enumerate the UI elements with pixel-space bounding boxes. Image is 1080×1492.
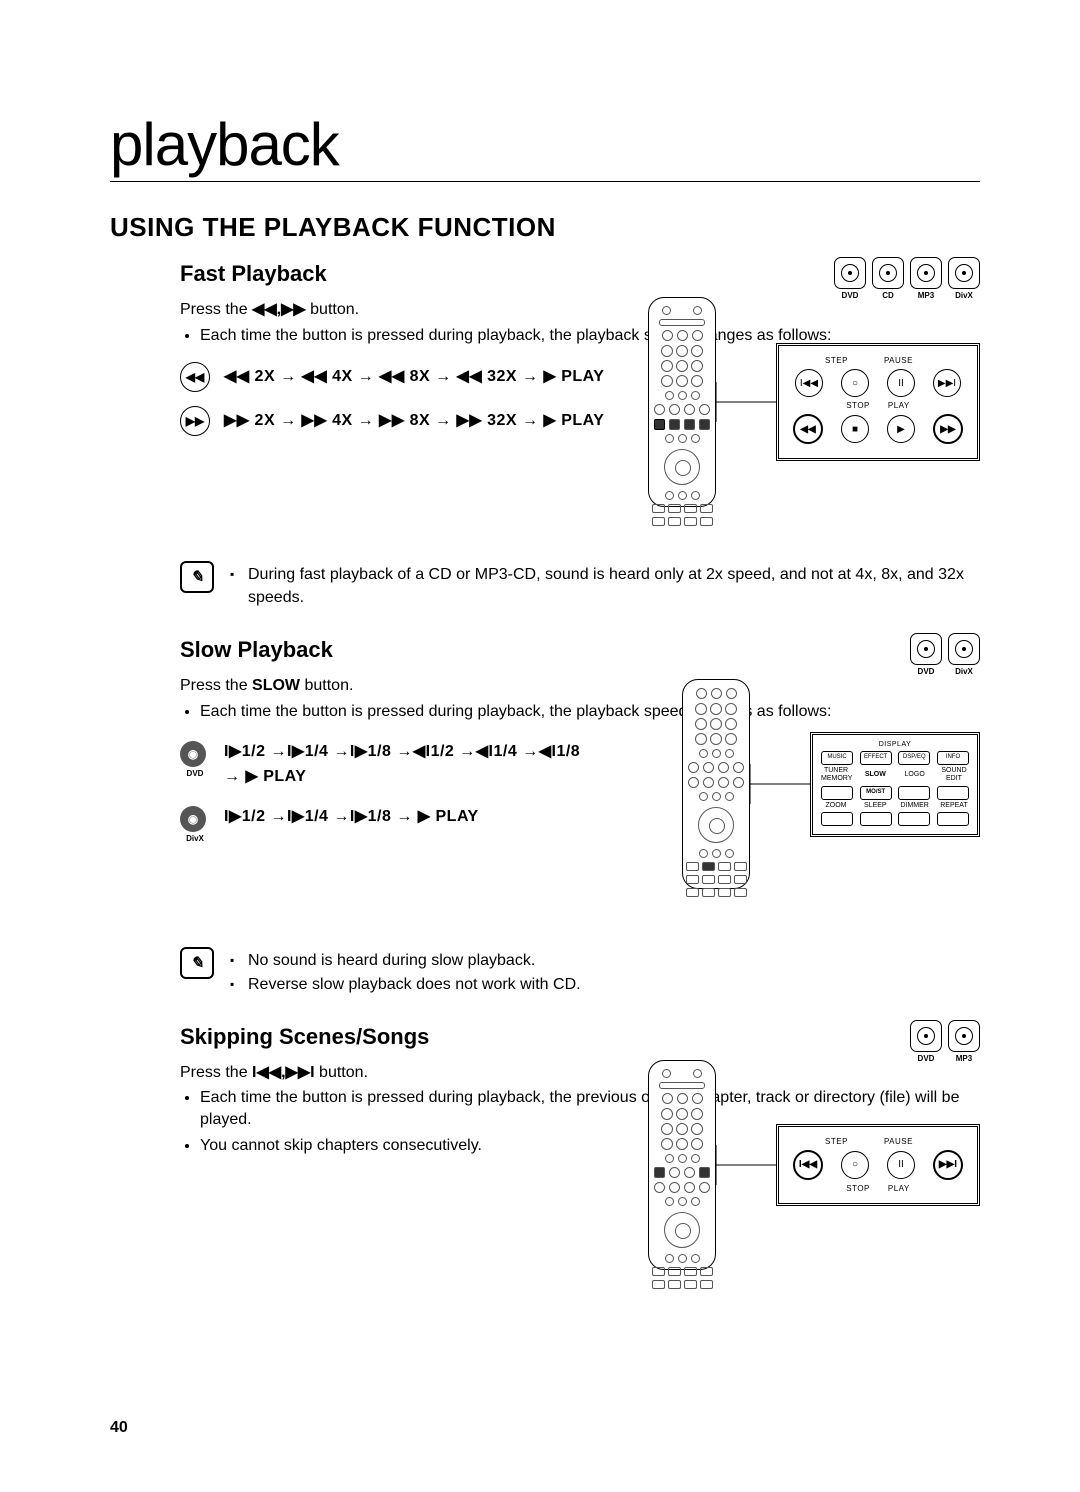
section-title: USING THE PLAYBACK FUNCTION — [110, 212, 980, 243]
key-soundedit — [937, 786, 969, 800]
format-mp3: MP3 — [910, 257, 942, 300]
note-fast-1: During fast playback of a CD or MP3-CD, … — [230, 563, 980, 609]
format-mp3: MP3 — [948, 1020, 980, 1063]
key-info: INFO — [937, 751, 969, 765]
slow-playback-section: Slow Playback DVD DivX Press the SLOW bu… — [180, 637, 980, 917]
key-slow: MO/ST — [860, 786, 892, 800]
slow-title: Slow Playback — [180, 637, 980, 663]
note-fast: ✎ During fast playback of a CD or MP3-CD… — [180, 561, 980, 609]
slow-button-name: SLOW — [252, 677, 300, 694]
prev-icon: I◀◀ — [793, 1150, 823, 1180]
transport-panel-fast: STEPPAUSE I◀◀ ○ II ▶▶I STOPPLAY ◀◀ ■ ▶ ▶… — [776, 343, 980, 461]
key-dspeq: DSP/EQ — [898, 751, 930, 765]
play-icon: ▶ — [887, 415, 915, 443]
format-row-skip: DVD MP3 — [910, 1020, 980, 1063]
stop-circle-icon: ○ — [841, 1151, 869, 1179]
format-dvd: DVD — [834, 257, 866, 300]
remote-callout-skip: STEPPAUSE I◀◀ ○ II ▶▶I STOPPLAY — [648, 1060, 980, 1270]
rewind-icon: ◀◀ — [793, 414, 823, 444]
fast-forward-icon: ▶▶ — [933, 414, 963, 444]
key-music: MUSIC — [821, 751, 853, 765]
callout-lead — [750, 744, 810, 824]
note-slow: ✎ No sound is heard during slow playback… — [180, 947, 980, 995]
callout-lead — [716, 1125, 776, 1205]
prev-icon: I◀◀ — [795, 369, 823, 397]
stop-circle-icon: ○ — [841, 369, 869, 397]
fast-press-icon: ◀◀,▶▶ — [252, 301, 306, 318]
stop-icon: ■ — [841, 415, 869, 443]
format-cd: CD — [872, 257, 904, 300]
slow-seq-divx: I▶1/2 →I▶1/4 →I▶1/8 → ▶ PLAY — [224, 804, 479, 830]
format-dvd: DVD — [910, 1020, 942, 1063]
format-divx: DivX — [948, 257, 980, 300]
remote-callout-fast: STEPPAUSE I◀◀ ○ II ▶▶I STOPPLAY ◀◀ ■ ▶ ▶… — [648, 297, 980, 507]
note-slow-1: No sound is heard during slow playback. — [230, 949, 581, 972]
skip-title: Skipping Scenes/Songs — [180, 1024, 980, 1050]
next-icon: ▶▶I — [933, 1150, 963, 1180]
transport-panel-skip: STEPPAUSE I◀◀ ○ II ▶▶I STOPPLAY — [776, 1124, 980, 1206]
page-number: 40 — [110, 1419, 128, 1437]
format-row-fast: DVD CD MP3 DivX — [834, 257, 980, 300]
remote-diagram — [648, 1060, 716, 1270]
key-logo — [898, 786, 930, 800]
key-effect: EFFECT — [860, 751, 892, 765]
note-icon: ✎ — [180, 947, 214, 979]
manual-page: playback USING THE PLAYBACK FUNCTION Fas… — [0, 0, 1080, 1492]
format-divx: DivX — [948, 633, 980, 676]
note-slow-2: Reverse slow playback does not work with… — [230, 973, 581, 996]
display-panel-slow: DISPLAY MUSIC EFFECT DSP/EQ INFO TUNER M… — [810, 732, 980, 838]
callout-lead — [716, 362, 776, 442]
rewind-icon: ◀◀ — [180, 362, 210, 392]
key-surround — [821, 786, 853, 800]
fast-playback-section: Fast Playback DVD CD MP3 DivX Press the … — [180, 261, 980, 531]
next-icon: ▶▶I — [933, 369, 961, 397]
format-row-slow: DVD DivX — [910, 633, 980, 676]
remote-callout-slow: DISPLAY MUSIC EFFECT DSP/EQ INFO TUNER M… — [682, 679, 980, 889]
fast-forward-icon: ▶▶ — [180, 406, 210, 436]
skip-press-icon: I◀◀,▶▶I — [252, 1064, 315, 1081]
skip-section: Skipping Scenes/Songs DVD MP3 Press the … — [180, 1024, 980, 1264]
remote-diagram — [648, 297, 716, 507]
note-icon: ✎ — [180, 561, 214, 593]
dvd-badge-icon: ◉ — [180, 741, 206, 767]
remote-diagram — [682, 679, 750, 889]
fast-seq-rew: ◀◀ 2X → ◀◀ 4X → ◀◀ 8X → ◀◀ 32X → ▶ PLAY — [224, 364, 604, 390]
divx-badge-icon: ◉ — [180, 806, 206, 832]
chapter-title: playback — [110, 110, 980, 182]
pause-icon: II — [887, 1151, 915, 1179]
slow-seq-dvd: I▶1/2 →I▶1/4 →I▶1/8 →◀I1/2 →◀I1/4 →◀I1/8… — [224, 739, 584, 790]
format-dvd: DVD — [910, 633, 942, 676]
fast-seq-ff: ▶▶ 2X → ▶▶ 4X → ▶▶ 8X → ▶▶ 32X → ▶ PLAY — [224, 408, 604, 434]
pause-icon: II — [887, 369, 915, 397]
